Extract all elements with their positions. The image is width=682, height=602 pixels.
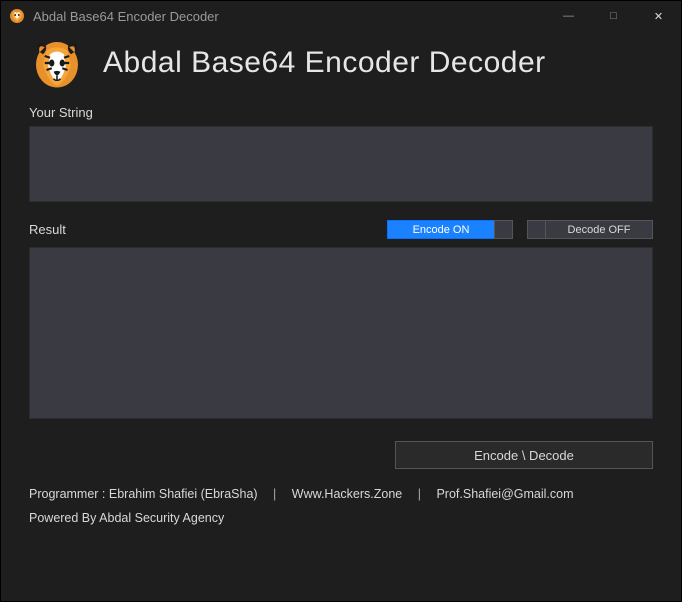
- minimize-button[interactable]: —: [546, 1, 591, 31]
- programmer-text: Programmer : Ebrahim Shafiei (EbraSha): [29, 487, 258, 501]
- decode-toggle-handle: [527, 220, 546, 239]
- window-controls: — □ ✕: [546, 1, 681, 31]
- encode-toggle[interactable]: Encode ON: [387, 220, 513, 239]
- tiger-logo-icon: [29, 35, 85, 91]
- encode-toggle-label: Encode ON: [387, 220, 495, 239]
- result-label: Result: [29, 222, 66, 237]
- separator: |: [418, 487, 421, 501]
- result-toolbar: Result Encode ON Decode OFF: [29, 220, 653, 239]
- encode-toggle-handle: [494, 220, 513, 239]
- result-textarea[interactable]: [29, 247, 653, 419]
- window-body: Abdal Base64 Encoder Decoder Your String…: [1, 31, 681, 601]
- input-label: Your String: [29, 105, 653, 120]
- app-icon-small: [9, 8, 25, 24]
- website-text: Www.Hackers.Zone: [292, 487, 402, 501]
- window-title: Abdal Base64 Encoder Decoder: [33, 9, 546, 24]
- titlebar[interactable]: Abdal Base64 Encoder Decoder — □ ✕: [1, 1, 681, 31]
- maximize-button[interactable]: □: [591, 1, 636, 31]
- encode-decode-button[interactable]: Encode \ Decode: [395, 441, 653, 469]
- header: Abdal Base64 Encoder Decoder: [29, 35, 653, 91]
- footer-credits: Programmer : Ebrahim Shafiei (EbraSha) |…: [29, 487, 653, 501]
- footer-powered: Powered By Abdal Security Agency: [29, 511, 653, 525]
- email-text: Prof.Shafiei@Gmail.com: [436, 487, 573, 501]
- decode-toggle-label: Decode OFF: [545, 220, 653, 239]
- app-title: Abdal Base64 Encoder Decoder: [103, 46, 546, 80]
- close-button[interactable]: ✕: [636, 1, 681, 31]
- separator: |: [273, 487, 276, 501]
- app-window: Abdal Base64 Encoder Decoder — □ ✕: [0, 0, 682, 602]
- input-textarea[interactable]: [29, 126, 653, 202]
- action-row: Encode \ Decode: [29, 441, 653, 469]
- decode-toggle[interactable]: Decode OFF: [527, 220, 653, 239]
